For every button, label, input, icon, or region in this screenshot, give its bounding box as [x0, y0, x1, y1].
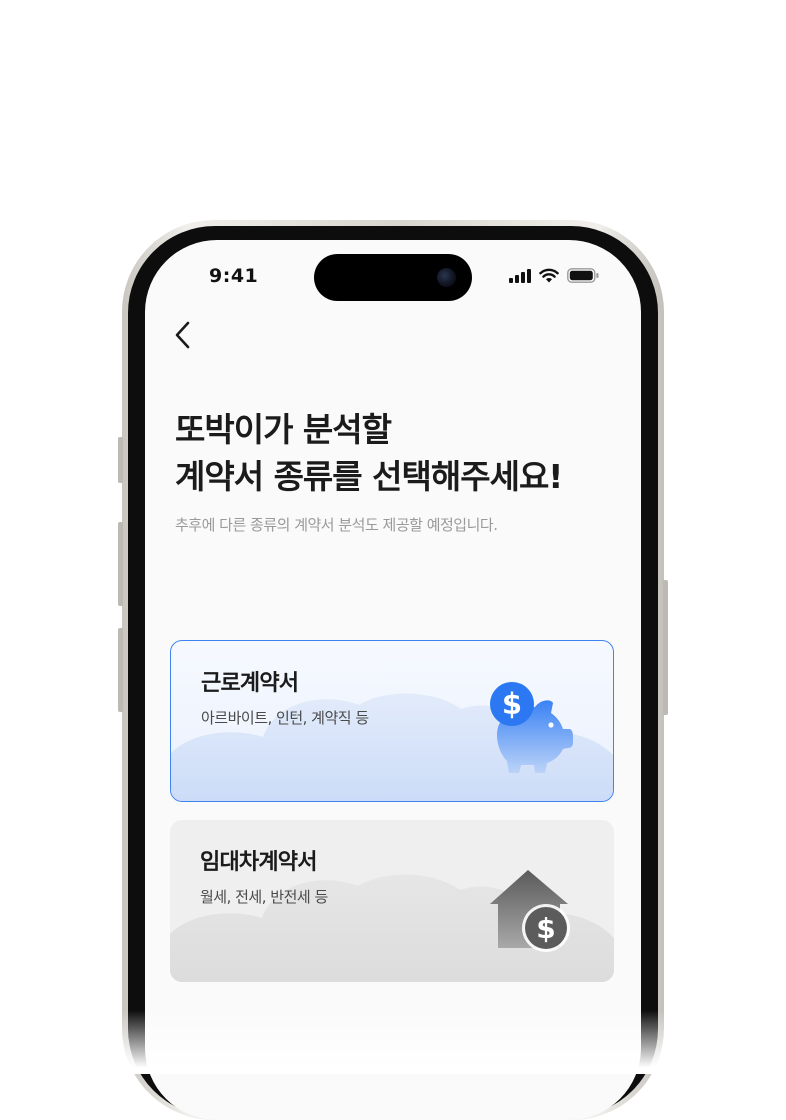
card-description: 아르바이트, 인턴, 계약직 등 [201, 709, 369, 727]
phone-screen: 9:41 또박이가 분석할 계약서 종류를 선택해주세요! 추후에 다른 종류의 [145, 240, 641, 1120]
card-description: 월세, 전세, 반전세 등 [200, 888, 328, 906]
phone-action-button [118, 437, 123, 483]
phone-volume-down-button [118, 628, 123, 712]
card-title: 근로계약서 [201, 671, 299, 696]
page-subtitle: 추후에 다른 종류의 계약서 분석도 제공할 예정입니다. [175, 516, 498, 534]
page-title-line-2: 계약서 종류를 선택해주세요! [175, 457, 563, 496]
piggy-bank-dollar-icon: $ [490, 682, 573, 773]
svg-text:$: $ [502, 687, 522, 721]
dynamic-island [314, 254, 472, 301]
card-title: 임대차계약서 [200, 850, 317, 875]
bottom-fade-overlay [0, 1010, 786, 1074]
status-time: 9:41 [209, 265, 259, 287]
svg-text:$: $ [536, 912, 555, 945]
page-title: 또박이가 분석할 계약서 종류를 선택해주세요! [175, 406, 563, 500]
wifi-icon [539, 268, 559, 283]
page-title-line-1: 또박이가 분석할 [175, 410, 392, 449]
phone-volume-up-button [118, 522, 123, 606]
contract-type-card-lease[interactable]: 임대차계약서 월세, 전세, 반전세 등 $ [170, 820, 614, 982]
chevron-left-icon [175, 321, 190, 349]
battery-icon [567, 268, 599, 283]
phone-power-button [663, 580, 668, 715]
camera-icon [437, 268, 456, 287]
signal-icon [509, 268, 531, 283]
status-icons [509, 268, 599, 283]
house-dollar-icon: $ [490, 870, 570, 952]
contract-type-card-labor[interactable]: 근로계약서 아르바이트, 인턴, 계약직 등 $ [170, 640, 614, 802]
back-button[interactable] [169, 318, 199, 352]
